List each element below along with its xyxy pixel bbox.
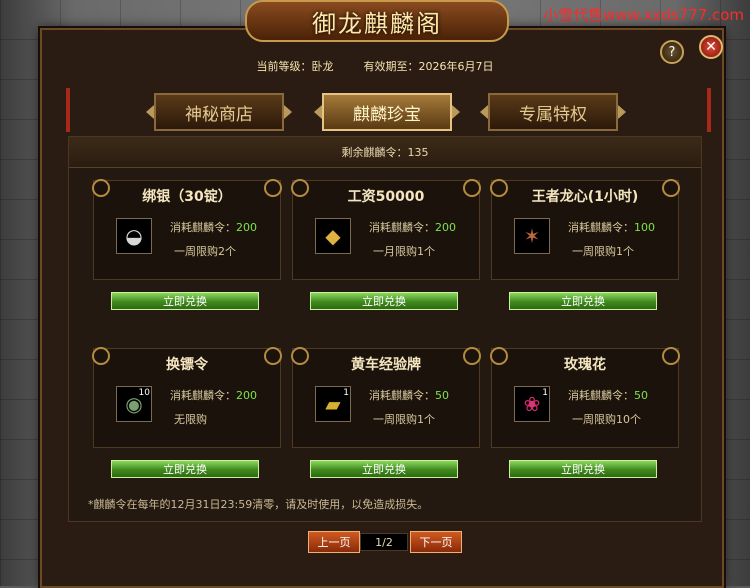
exchange-button[interactable]: 立即兑换: [310, 292, 458, 310]
item-card: 黄车经验牌 ▰ 1 消耗麒麟令：50 一周限购1个: [291, 347, 481, 448]
tab-exclusive-privilege[interactable]: 专属特权: [480, 93, 626, 131]
item-cost: 消耗麒麟令：50: [369, 387, 449, 403]
exchange-button[interactable]: 立即兑换: [111, 292, 259, 310]
item-card: 换镖令 ◉ 10 消耗麒麟令：200 无限购: [92, 347, 282, 448]
item-cost: 消耗麒麟令：200: [170, 219, 257, 235]
cost-value: 200: [236, 221, 257, 234]
left-tassel: [66, 88, 70, 132]
item-glyph: ◒: [125, 224, 143, 248]
cost-label: 消耗麒麟令：: [170, 221, 236, 234]
tab-qilin-treasure[interactable]: 麒麟珍宝: [314, 93, 460, 131]
silver-ingot-icon[interactable]: ◒: [116, 218, 152, 254]
item-glyph: ◆: [325, 224, 341, 248]
exchange-button[interactable]: 立即兑换: [509, 460, 657, 478]
expiry-date: 有效期至：2026年6月7日: [363, 60, 494, 73]
item-card: 工资50000 ◆ 消耗麒麟令：200 一月限购1个: [291, 179, 481, 280]
item-name: 王者龙心(1小时): [531, 189, 639, 205]
item-count: 1: [343, 388, 349, 398]
item-glyph: ▰: [325, 392, 341, 416]
remaining-tokens: 剩余麒麟令：135: [69, 137, 701, 168]
purchase-limit: 一月限购1个: [373, 245, 435, 258]
yellow-cart-icon[interactable]: ▰ 1: [315, 386, 351, 422]
purchase-limit: 一周限购1个: [572, 245, 634, 258]
dragon-heart-icon[interactable]: ✶: [514, 218, 550, 254]
cost-label: 消耗麒麟令：: [170, 389, 236, 402]
gold-pouch-icon[interactable]: ◆: [315, 218, 351, 254]
item-name: 玫瑰花: [564, 357, 606, 373]
cost-value: 50: [634, 389, 648, 402]
item-card: 王者龙心(1小时) ✶ 消耗麒麟令：100 一周限购1个: [490, 179, 680, 280]
exchange-button[interactable]: 立即兑换: [310, 460, 458, 478]
cost-value: 200: [435, 221, 456, 234]
prev-page-button[interactable]: 上一页: [308, 531, 360, 553]
item-count: 10: [138, 388, 150, 398]
window-title: 御龙麒麟阁: [245, 0, 509, 42]
cost-label: 消耗麒麟令：: [369, 389, 435, 402]
reset-notice: *麒麟令在每年的12月31日23:59清零，请及时使用，以免造成损失。: [88, 498, 429, 511]
item-card: 玫瑰花 ❀ 1 消耗麒麟令：50 一周限购10个: [490, 347, 680, 448]
cost-value: 200: [236, 389, 257, 402]
right-tassel: [707, 88, 711, 132]
cost-label: 消耗麒麟令：: [568, 389, 634, 402]
purchase-limit: 无限购: [174, 413, 207, 426]
watermark: 小雪代售www.xxds777.com: [543, 6, 744, 24]
item-glyph: ✶: [523, 224, 541, 248]
item-name: 绑银（30锭）: [142, 189, 232, 205]
item-cost: 消耗麒麟令：200: [170, 387, 257, 403]
item-cost: 消耗麒麟令：200: [369, 219, 456, 235]
jade-token-icon[interactable]: ◉ 10: [116, 386, 152, 422]
tab-mystery-shop[interactable]: 神秘商店: [146, 93, 292, 131]
cost-label: 消耗麒麟令：: [568, 221, 634, 234]
item-cost: 消耗麒麟令：100: [568, 219, 655, 235]
next-page-button[interactable]: 下一页: [410, 531, 462, 553]
purchase-limit: 一周限购1个: [373, 413, 435, 426]
item-name: 黄车经验牌: [351, 357, 421, 373]
item-glyph: ❀: [523, 392, 541, 416]
page-indicator: 1/2: [360, 533, 408, 551]
item-name: 工资50000: [347, 189, 425, 205]
current-level: 当前等级：卧龙: [256, 60, 334, 73]
item-name: 换镖令: [166, 357, 208, 373]
member-info: 当前等级：卧龙 有效期至：2026年6月7日: [62, 52, 688, 80]
item-cost: 消耗麒麟令：50: [568, 387, 648, 403]
purchase-limit: 一周限购2个: [174, 245, 236, 258]
exchange-button[interactable]: 立即兑换: [509, 292, 657, 310]
cost-value: 50: [435, 389, 449, 402]
cost-label: 消耗麒麟令：: [369, 221, 435, 234]
close-button[interactable]: ✕: [699, 35, 723, 59]
tab-bar: 神秘商店 麒麟珍宝 专属特权: [146, 93, 626, 131]
item-card: 绑银（30锭） ◒ 消耗麒麟令：200 一周限购2个: [92, 179, 282, 280]
item-count: 1: [542, 388, 548, 398]
rose-icon[interactable]: ❀ 1: [514, 386, 550, 422]
cost-value: 100: [634, 221, 655, 234]
purchase-limit: 一周限购10个: [572, 413, 641, 426]
exchange-button[interactable]: 立即兑换: [111, 460, 259, 478]
